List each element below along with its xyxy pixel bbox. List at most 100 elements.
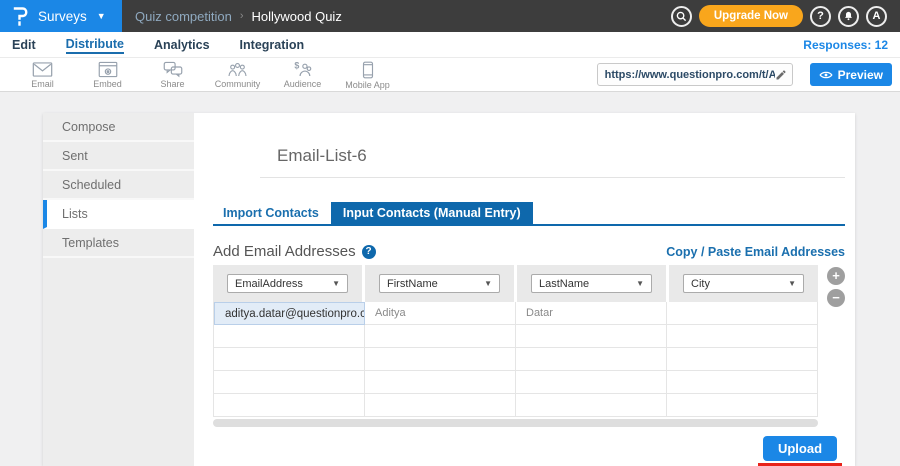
sidebar-item-templates[interactable]: Templates [43,229,194,258]
table-row [214,371,818,394]
survey-link-group: Preview [597,63,892,86]
list-title-wrap: Email-List-6 [260,146,845,178]
bell-icon [843,10,854,22]
list-detail-panel: Email-List-6 Import Contacts Input Conta… [194,113,855,466]
page-background: Compose Sent Scheduled Lists Templates E… [0,92,900,466]
tab-import-contacts[interactable]: Import Contacts [213,202,331,224]
select-caret-icon: ▼ [788,279,796,288]
cell-city[interactable] [667,302,818,325]
cell-lastname[interactable]: Datar [516,302,667,325]
column-select-emailaddress[interactable]: EmailAddress ▼ [227,274,348,293]
cell-email[interactable]: aditya.datar@questionpro.com [214,302,365,325]
chevron-down-icon: ▼ [97,11,106,21]
upgrade-now-button[interactable]: Upgrade Now [699,5,803,27]
contacts-table-header: EmailAddress ▼ FirstName ▼ [213,265,818,302]
select-caret-icon: ▼ [332,279,340,288]
responses-count[interactable]: Responses: 12 [803,38,888,52]
email-distribution-card: Compose Sent Scheduled Lists Templates E… [43,113,855,466]
sidebar-item-scheduled[interactable]: Scheduled [43,171,194,200]
distribute-toolbar: Email Embed Share Community $ Audience [0,58,900,92]
horizontal-scrollbar[interactable] [213,419,818,427]
select-caret-icon: ▼ [636,279,644,288]
cell-firstname[interactable] [365,348,516,371]
cell-city[interactable] [667,348,818,371]
product-switcher[interactable]: Surveys ▼ [0,0,122,32]
cell-firstname[interactable]: Aditya [365,302,516,325]
questionpro-logo-icon [13,6,29,26]
cell-lastname[interactable] [516,394,667,417]
sidebar-item-sent[interactable]: Sent [43,142,194,171]
add-emails-section-head: Add Email Addresses ? Copy / Paste Email… [213,243,845,260]
cell-email[interactable] [214,348,365,371]
cell-firstname[interactable] [365,325,516,348]
add-row-button[interactable]: + [827,267,845,285]
cell-lastname[interactable] [516,371,667,394]
upload-zone: Upload [213,436,845,466]
tab-input-contacts-manual-entry[interactable]: Input Contacts (Manual Entry) [331,202,533,224]
header-actions: Upgrade Now ? A [671,0,900,32]
cell-email[interactable] [214,394,365,417]
tab-analytics[interactable]: Analytics [154,37,210,52]
product-name: Surveys [38,9,87,24]
contacts-table-body: aditya.datar@questionpro.com Aditya Data… [213,302,818,417]
community-icon [227,61,248,78]
toolbar-item-share[interactable]: Share [140,61,205,89]
cell-email[interactable] [214,325,365,348]
eye-icon [819,70,833,80]
email-sidebar: Compose Sent Scheduled Lists Templates [43,113,194,466]
header-cell-lastname: LastName ▼ [517,265,666,302]
toolbar-item-community[interactable]: Community [205,61,270,89]
select-caret-icon: ▼ [484,279,492,288]
breadcrumb-parent[interactable]: Quiz competition [135,9,232,24]
contacts-table: EmailAddress ▼ FirstName ▼ [213,265,818,427]
cell-lastname[interactable] [516,348,667,371]
search-button[interactable] [671,6,692,27]
toolbar-item-mobile-app[interactable]: Mobile App [335,61,400,90]
toolbar-item-embed[interactable]: Embed [75,61,140,89]
cell-city[interactable] [667,371,818,394]
list-title[interactable]: Email-List-6 [277,146,367,165]
survey-url-input[interactable] [605,69,775,81]
toolbar-item-email[interactable]: Email [10,61,75,89]
column-select-city[interactable]: City ▼ [683,274,804,293]
copy-paste-email-link[interactable]: Copy / Paste Email Addresses [666,245,845,259]
row-buttons: + − [818,265,845,427]
svg-text:$: $ [294,61,299,71]
sidebar-item-lists[interactable]: Lists [43,200,194,229]
tab-distribute[interactable]: Distribute [66,36,124,54]
embed-icon [98,61,118,78]
remove-row-button[interactable]: − [827,289,845,307]
contacts-tabs: Import Contacts Input Contacts (Manual E… [213,202,845,226]
top-header-bar: Surveys ▼ Quiz competition › Hollywood Q… [0,0,900,32]
notifications-button[interactable] [838,6,859,27]
account-avatar[interactable]: A [866,6,887,27]
email-icon [32,61,53,78]
table-row: aditya.datar@questionpro.com Aditya Data… [214,302,818,325]
cell-firstname[interactable] [365,371,516,394]
upload-button[interactable]: Upload [763,436,837,461]
breadcrumb-current: Hollywood Quiz [252,9,342,24]
table-row [214,394,818,417]
sidebar-item-compose[interactable]: Compose [43,113,194,142]
cell-city[interactable] [667,394,818,417]
pencil-icon [775,69,787,81]
header-cell-firstname: FirstName ▼ [365,265,514,302]
column-select-lastname[interactable]: LastName ▼ [531,274,652,293]
help-button[interactable]: ? [810,6,831,27]
cell-lastname[interactable] [516,325,667,348]
cell-city[interactable] [667,325,818,348]
toolbar-item-audience[interactable]: $ Audience [270,61,335,89]
cell-email[interactable] [214,371,365,394]
breadcrumb-separator-icon: › [240,10,244,22]
table-row [214,348,818,371]
edit-url-button[interactable] [775,69,787,81]
search-icon [676,11,687,22]
tab-integration[interactable]: Integration [240,37,305,52]
preview-button[interactable]: Preview [810,63,892,86]
cell-firstname[interactable] [365,394,516,417]
column-select-firstname[interactable]: FirstName ▼ [379,274,500,293]
survey-nav-tabs: Edit Distribute Analytics Integration Re… [0,32,900,58]
help-tooltip-icon[interactable]: ? [362,245,376,259]
tab-edit[interactable]: Edit [12,37,36,52]
share-icon [163,61,183,78]
